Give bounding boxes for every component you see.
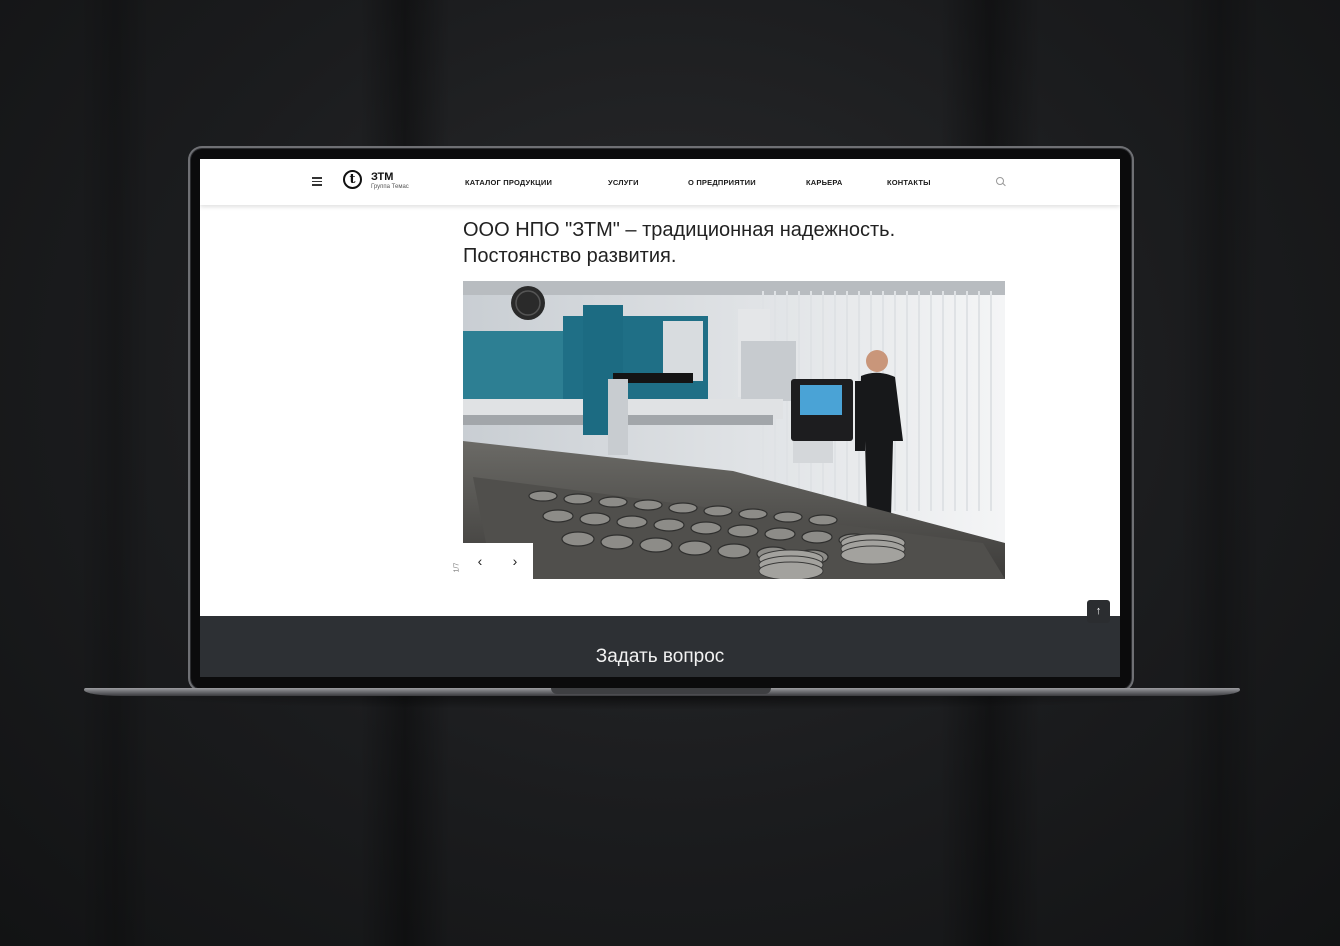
background-fold — [1180, 0, 1260, 946]
nav-catalog[interactable]: КАТАЛОГ ПРОДУКЦИИ — [465, 178, 552, 187]
ask-question-button[interactable]: Задать вопрос — [200, 646, 1120, 668]
website-viewport: t ЗТМ Группа Темас КАТАЛОГ ПРОДУКЦИИ УСЛ… — [200, 159, 1120, 677]
arrow-up-icon[interactable]: ↑ — [1087, 600, 1110, 623]
nav-about[interactable]: О ПРЕДПРИЯТИИ — [688, 178, 756, 187]
page-title: ООО НПО "ЗТМ" – традиционная надежность.… — [463, 217, 1023, 269]
background-fold — [80, 0, 150, 946]
page-title-line: Постоянство развития. — [463, 245, 677, 267]
factory-cutting-machine-illustration — [463, 281, 1005, 579]
nav-career[interactable]: КАРЬЕРА — [806, 178, 843, 187]
site-header: t ЗТМ Группа Темас КАТАЛОГ ПРОДУКЦИИ УСЛ… — [200, 159, 1120, 205]
nav-contacts[interactable]: КОНТАКТЫ — [887, 178, 931, 187]
hero-photo — [463, 281, 1005, 579]
slide-counter: 1/7 — [453, 562, 461, 573]
laptop-notch — [551, 688, 771, 694]
logo-icon[interactable]: t — [343, 170, 362, 189]
nav-services[interactable]: УСЛУГИ — [608, 178, 639, 187]
chevron-right-icon[interactable]: › — [507, 553, 523, 569]
logo-name[interactable]: ЗТМ — [371, 171, 393, 183]
page-title-line: ООО НПО "ЗТМ" – традиционная надежность. — [463, 219, 896, 241]
search-icon[interactable] — [996, 177, 1006, 187]
logo-subtitle: Группа Темас — [371, 184, 409, 190]
hamburger-icon[interactable] — [312, 177, 322, 186]
laptop-shadow — [120, 696, 1210, 710]
slider-controls: ‹ › — [463, 543, 533, 579]
ask-question-section: Задать вопрос — [200, 616, 1120, 677]
chevron-left-icon[interactable]: ‹ — [472, 553, 488, 569]
